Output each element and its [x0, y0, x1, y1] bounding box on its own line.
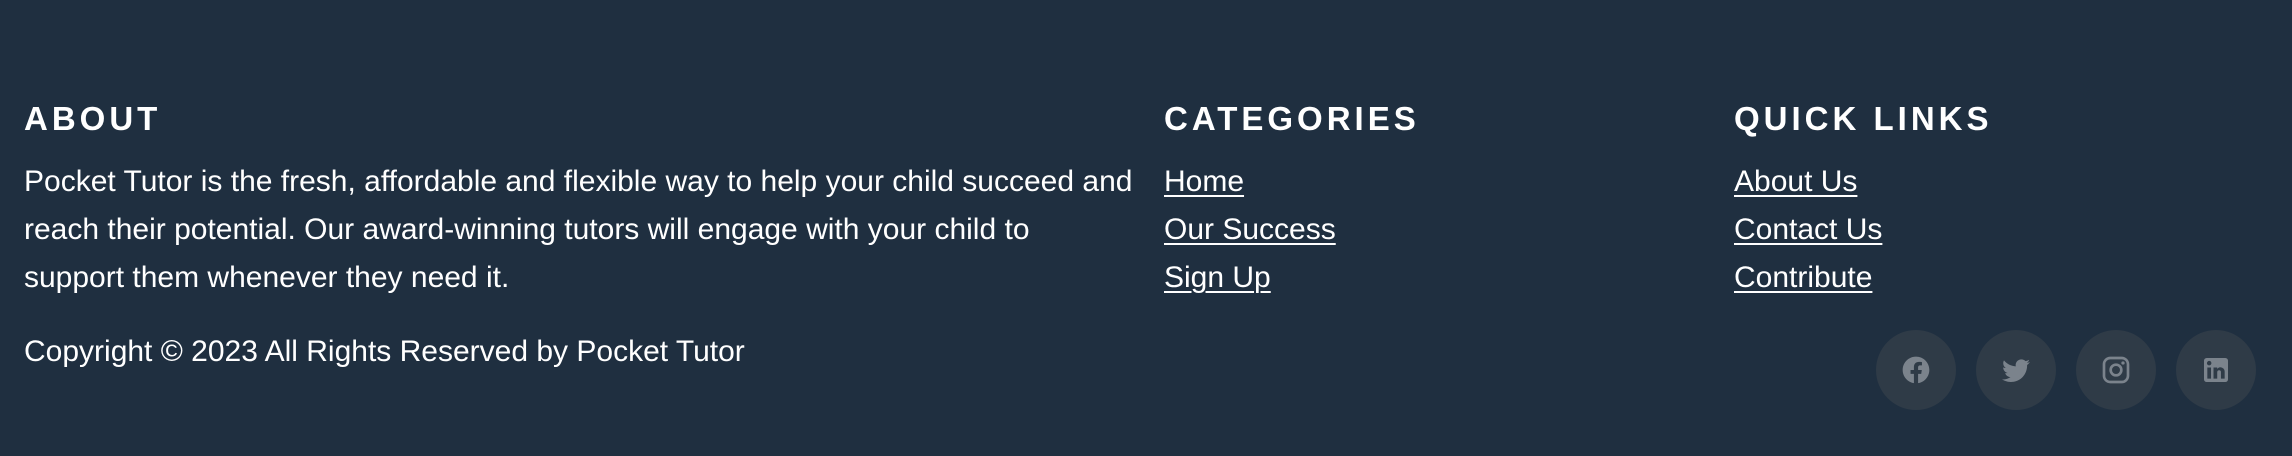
linkedin-icon — [2204, 358, 2228, 382]
list-item: Contact Us — [1734, 206, 2254, 254]
sign-up-link[interactable]: Sign Up — [1164, 261, 1271, 294]
categories-list: Home Our Success Sign Up — [1164, 158, 1684, 302]
twitter-button[interactable] — [1976, 330, 2056, 410]
list-item: About Us — [1734, 158, 2254, 206]
about-text: Pocket Tutor is the fresh, affordable an… — [24, 165, 1133, 294]
instagram-button[interactable] — [2076, 330, 2156, 410]
categories-section: CATEGORIES Home Our Success Sign Up — [1164, 100, 1684, 302]
about-heading: ABOUT — [24, 100, 162, 137]
list-item: Home — [1164, 158, 1684, 206]
categories-heading: CATEGORIES — [1164, 100, 1420, 137]
instagram-icon — [2102, 356, 2130, 384]
social-links — [1876, 330, 2256, 410]
quick-links-list: About Us Contact Us Contribute — [1734, 158, 2254, 302]
copyright-text: Copyright © 2023 All Rights Reserved by … — [24, 335, 745, 368]
list-item: Sign Up — [1164, 254, 1684, 302]
facebook-button[interactable] — [1876, 330, 1956, 410]
list-item: Contribute — [1734, 254, 2254, 302]
our-success-link[interactable]: Our Success — [1164, 213, 1336, 246]
site-footer: ABOUT Pocket Tutor is the fresh, afforda… — [0, 0, 2292, 456]
quick-links-heading: QUICK LINKS — [1734, 100, 1993, 137]
linkedin-button[interactable] — [2176, 330, 2256, 410]
about-us-link[interactable]: About Us — [1734, 165, 1857, 198]
contribute-link[interactable]: Contribute — [1734, 261, 1872, 294]
twitter-icon — [2002, 359, 2030, 382]
list-item: Our Success — [1164, 206, 1684, 254]
about-section: ABOUT Pocket Tutor is the fresh, afforda… — [24, 100, 1134, 302]
facebook-icon — [1902, 356, 1930, 384]
contact-us-link[interactable]: Contact Us — [1734, 213, 1882, 246]
home-link[interactable]: Home — [1164, 165, 1244, 198]
quick-links-section: QUICK LINKS About Us Contact Us Contribu… — [1734, 100, 2254, 302]
